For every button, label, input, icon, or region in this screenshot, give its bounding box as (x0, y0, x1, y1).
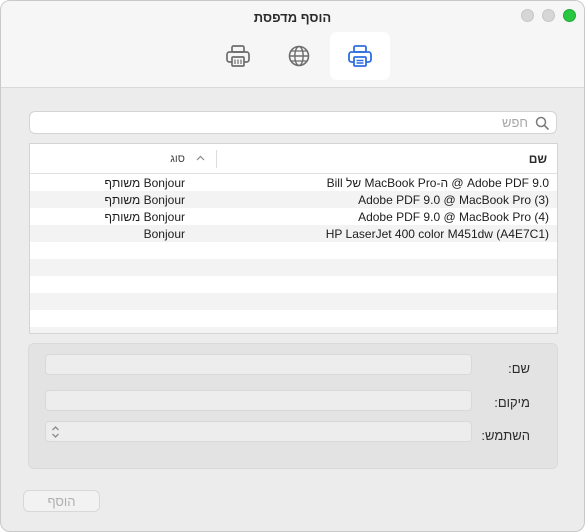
empty-row (30, 259, 557, 276)
add-printer-window: הוסף מדפסת חפש שם סוג Adobe PDF 9.0 @ ה-… (0, 0, 585, 532)
column-header-name[interactable]: שם (529, 152, 547, 166)
empty-row (30, 276, 557, 293)
printer-name: Adobe PDF 9.0 @ MacBook Pro (4) (358, 210, 549, 224)
printer-icon (348, 45, 372, 67)
column-divider (216, 150, 217, 168)
printer-name: Adobe PDF 9.0 @ MacBook Pro (3) (358, 193, 549, 207)
use-label: השתמש: (481, 428, 530, 443)
use-driver-select[interactable] (45, 421, 472, 442)
window-controls (521, 9, 576, 22)
empty-row (30, 293, 557, 310)
table-header: שם סוג (30, 144, 557, 174)
search-icon (535, 116, 549, 130)
empty-row (30, 242, 557, 259)
location-label: מיקום: (494, 395, 530, 410)
column-header-type[interactable]: סוג (170, 153, 185, 165)
close-button[interactable] (521, 9, 534, 22)
tab-ip[interactable] (269, 32, 329, 80)
tab-windows[interactable] (208, 32, 268, 80)
printer-type: Bonjour משותף (104, 176, 185, 190)
empty-row (30, 310, 557, 327)
window-title: הוסף מדפסת (253, 10, 332, 25)
printer-name: Adobe PDF 9.0 @ ה-MacBook Pro של Bill (326, 176, 549, 190)
name-input[interactable] (46, 355, 471, 374)
printer-table: שם סוג Adobe PDF 9.0 @ ה-MacBook Pro של … (29, 143, 558, 334)
table-row[interactable]: Adobe PDF 9.0 @ MacBook Pro (3) Bonjour … (30, 191, 557, 208)
zoom-button[interactable] (563, 9, 576, 22)
minimize-button[interactable] (542, 9, 555, 22)
search-field[interactable] (29, 111, 557, 134)
table-row[interactable]: Adobe PDF 9.0 @ ה-MacBook Pro של Bill Bo… (30, 174, 557, 191)
location-field[interactable] (45, 390, 472, 411)
printer-details-panel: שם: מיקום: השתמש: (28, 343, 558, 469)
empty-row (30, 327, 557, 333)
search-input[interactable] (30, 112, 556, 133)
sort-ascending-icon[interactable] (196, 155, 205, 161)
table-row[interactable]: HP LaserJet 400 color M451dw (A4E7C1) Bo… (30, 225, 557, 242)
name-field[interactable] (45, 354, 472, 375)
globe-icon (288, 45, 310, 67)
chevron-updown-icon (52, 426, 59, 438)
printer-name: HP LaserJet 400 color M451dw (A4E7C1) (325, 227, 549, 241)
add-button[interactable]: הוסף (23, 490, 100, 512)
printer-type: Bonjour (143, 227, 185, 241)
printer-type: Bonjour משותף (104, 210, 185, 224)
tab-default-printers[interactable] (330, 32, 390, 80)
table-row[interactable]: Adobe PDF 9.0 @ MacBook Pro (4) Bonjour … (30, 208, 557, 225)
name-label: שם: (508, 361, 530, 376)
fax-printer-icon (226, 45, 250, 67)
toolbar: הוסף מדפסת (1, 1, 584, 88)
location-input[interactable] (46, 391, 471, 410)
printer-type: Bonjour משותף (104, 193, 185, 207)
